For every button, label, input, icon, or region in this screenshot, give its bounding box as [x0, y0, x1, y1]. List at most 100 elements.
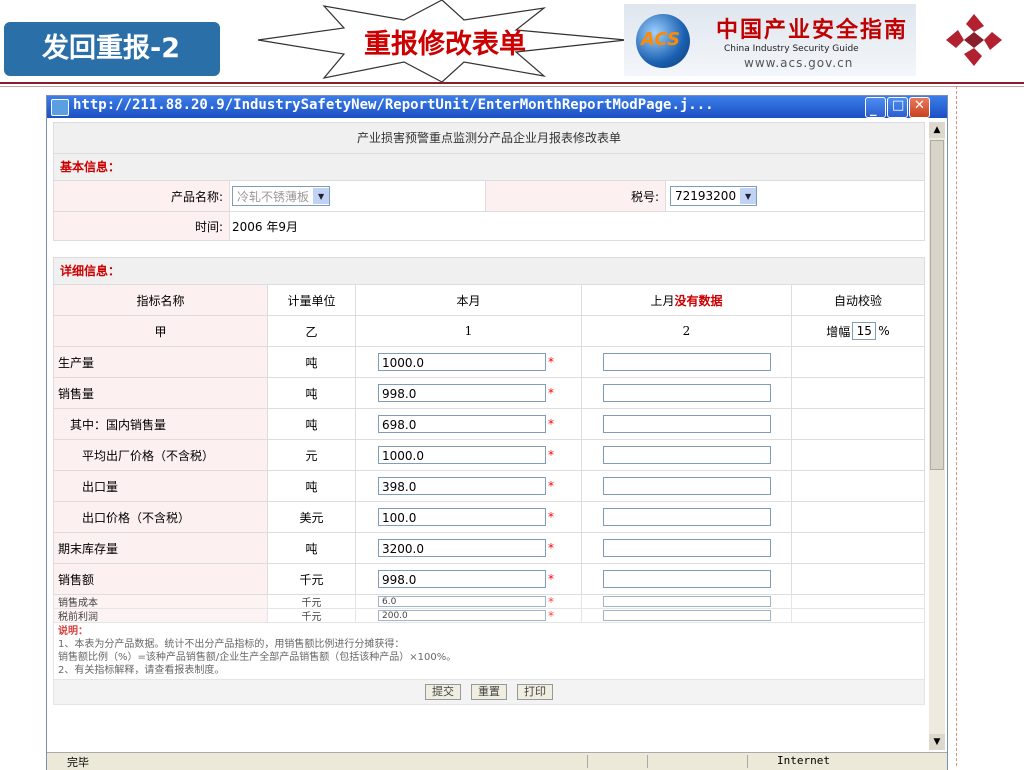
current-value-cell: 998.0 * [356, 378, 582, 408]
vertical-scrollbar[interactable]: ▲ ▼ [929, 122, 945, 750]
time-value: 2006 年9月 [232, 219, 298, 234]
basic-info-heading: 基本信息： [53, 154, 925, 181]
last-month-input[interactable] [602, 570, 771, 588]
current-value-input[interactable]: 100.0 [378, 508, 546, 526]
last-month-input[interactable] [602, 596, 771, 607]
status-divider [747, 755, 748, 768]
status-divider [647, 755, 648, 768]
tax-select-value: 72193200 [675, 189, 737, 203]
last-value-cell [582, 378, 792, 408]
last-month-input[interactable] [602, 610, 771, 621]
header-name: 指标名称 [54, 285, 268, 315]
check-cell [792, 471, 924, 501]
indicator-name: 平均出厂价格（不含税） [54, 440, 268, 470]
current-value-input[interactable]: 398.0 [378, 477, 546, 495]
status-zone: Internet [777, 754, 830, 767]
last-month-input[interactable] [602, 477, 771, 495]
last-month-input[interactable] [602, 384, 771, 402]
current-value-cell: 998.0 * [356, 564, 582, 594]
growth-input[interactable]: 15 [852, 322, 877, 340]
slide-guide-line [956, 86, 957, 766]
acs-logo-text: ACS [641, 29, 680, 50]
current-value-input[interactable]: 1000.0 [378, 353, 546, 371]
header-check: 自动校验 [792, 285, 924, 315]
current-value-input[interactable]: 1000.0 [378, 446, 546, 464]
current-value-input[interactable]: 200.0 [378, 610, 546, 621]
acs-banner: ACS 中国产业安全指南 China Industry Security Gui… [624, 4, 916, 76]
tax-cell: 72193200 ▼ [666, 181, 924, 211]
current-value-input[interactable]: 3200.0 [378, 539, 546, 557]
required-asterisk: * [548, 386, 554, 400]
product-row: 产品名称: 冷轧不锈薄板 ▼ 税号: 72193200 ▼ [53, 181, 925, 212]
indicator-name: 生产量 [54, 347, 268, 377]
last-value-cell [582, 409, 792, 439]
time-label: 时间: [54, 212, 230, 240]
reset-button[interactable]: 重置 [471, 684, 507, 700]
table-row: 销售量吨 998.0 * [53, 378, 925, 409]
table-row: 出口量吨 398.0 * [53, 471, 925, 502]
header-rule [0, 82, 1024, 84]
code-name: 甲 [54, 316, 268, 346]
last-month-input[interactable] [602, 415, 771, 433]
acs-cn-title: 中国产业安全指南 [716, 18, 909, 43]
last-month-input[interactable] [602, 446, 771, 464]
submit-button[interactable]: 提交 [425, 684, 461, 700]
scroll-up-arrow-icon[interactable]: ▲ [929, 122, 945, 138]
time-row: 时间: 2006 年9月 [53, 212, 925, 241]
current-value-cell: 100.0 * [356, 502, 582, 532]
check-cell [792, 609, 924, 622]
last-month-input[interactable] [602, 353, 771, 371]
notes-label: 说明： [58, 626, 88, 637]
required-asterisk: * [548, 572, 554, 586]
current-value-input[interactable]: 998.0 [378, 384, 546, 402]
header-rule-thin [0, 86, 1024, 87]
table-row: 生产量吨 1000.0 * [53, 347, 925, 378]
detail-info-heading: 详细信息： [53, 257, 925, 285]
required-asterisk: * [548, 594, 554, 609]
header-last: 上月 没有数据 [582, 285, 792, 315]
form-title: 产业损害预警重点监测分产品企业月报表修改表单 [53, 122, 925, 154]
check-cell [792, 564, 924, 594]
indicator-name: 销售量 [54, 378, 268, 408]
last-value-cell [582, 533, 792, 563]
acs-en-title: China Industry Security Guide [724, 44, 859, 54]
product-label: 产品名称: [54, 181, 230, 211]
code-current: 1 [356, 316, 582, 346]
growth-unit: % [878, 324, 890, 338]
last-value-cell [582, 564, 792, 594]
code-unit: 乙 [268, 316, 356, 346]
indicator-unit: 吨 [268, 409, 356, 439]
scroll-thumb[interactable] [930, 140, 944, 470]
maximize-button[interactable]: □ [887, 97, 908, 118]
table-row: 平均出厂价格（不含税）元 1000.0 * [53, 440, 925, 471]
current-value-input[interactable]: 998.0 [378, 570, 546, 588]
indicator-unit: 千元 [268, 595, 356, 609]
print-button[interactable]: 打印 [517, 684, 553, 700]
check-cell [792, 347, 924, 377]
browser-titlebar[interactable]: http://211.88.20.9/IndustrySafetyNew/Rep… [47, 96, 947, 118]
note-1b: 销售额比例（%）=该种产品销售额/企业生产全部产品销售额（包括该种产品）×100… [58, 652, 457, 663]
status-divider [587, 755, 588, 768]
current-value-input[interactable]: 698.0 [378, 415, 546, 433]
acs-globe-icon: ACS [636, 14, 690, 68]
last-month-input[interactable] [602, 508, 771, 526]
last-value-cell [582, 471, 792, 501]
code-last: 2 [582, 316, 792, 346]
table-row: 税前利润 千元 200.0 * [53, 609, 925, 623]
indicator-unit: 美元 [268, 502, 356, 532]
browser-title: http://211.88.20.9/IndustrySafetyNew/Rep… [73, 97, 714, 113]
page-content: 产业损害预警重点监测分产品企业月报表修改表单 基本信息： 产品名称: 冷轧不锈薄… [53, 122, 925, 750]
browser-window: http://211.88.20.9/IndustrySafetyNew/Rep… [46, 95, 948, 770]
product-select[interactable]: 冷轧不锈薄板 ▼ [232, 186, 331, 206]
last-month-input[interactable] [602, 539, 771, 557]
tax-select[interactable]: 72193200 ▼ [670, 186, 758, 206]
indicator-unit: 吨 [268, 471, 356, 501]
indicator-name: 销售额 [54, 564, 268, 594]
scroll-down-arrow-icon[interactable]: ▼ [929, 734, 945, 750]
indicator-name: 销售成本 [54, 595, 268, 609]
required-asterisk: * [548, 448, 554, 462]
minimize-button[interactable]: _ [865, 97, 886, 118]
current-value-cell: 1000.0 * [356, 347, 582, 377]
close-button[interactable]: ✕ [909, 97, 930, 118]
current-value-input[interactable]: 6.0 [378, 596, 546, 607]
